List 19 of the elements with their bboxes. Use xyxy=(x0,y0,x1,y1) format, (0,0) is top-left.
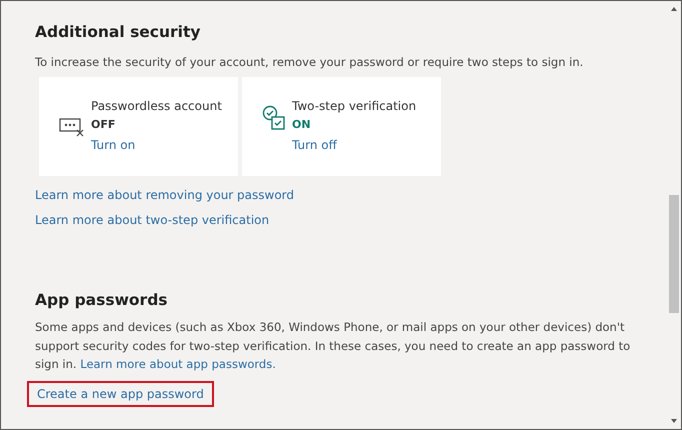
card-title: Passwordless account xyxy=(91,99,222,113)
learn-more-link[interactable]: Learn more about app passwords. xyxy=(80,355,276,374)
learn-more-link[interactable]: Learn more about removing your password xyxy=(35,188,294,202)
create-app-password-link[interactable]: Create a new app password xyxy=(27,380,214,406)
password-off-icon xyxy=(59,117,85,137)
scroll-down-icon[interactable] xyxy=(670,417,678,425)
toggle-link[interactable]: Turn on xyxy=(91,138,222,152)
card-title: Two-step verification xyxy=(292,99,416,113)
status-label: OFF xyxy=(91,118,116,131)
scrollbar-thumb[interactable] xyxy=(669,195,679,313)
section-description: Some apps and devices (such as Xbox 360, Windows Phone, or mail apps on your other devices) don't support security codes for two-step verification. In these cases, you need to create an app password to sign in. Learn more about app passwords. xyxy=(35,318,635,374)
section-heading: Additional security xyxy=(35,23,202,41)
section-description: To increase the security of your account, remove your password or require two steps to sign in. xyxy=(35,54,584,71)
status-label: ON xyxy=(292,118,312,131)
checkmarks-icon xyxy=(262,105,286,131)
section-heading: App passwords xyxy=(35,291,169,309)
toggle-link[interactable]: Turn off xyxy=(292,138,416,152)
scroll-up-icon[interactable] xyxy=(670,5,678,13)
learn-more-link[interactable]: Learn more about two-step verification xyxy=(35,213,270,227)
